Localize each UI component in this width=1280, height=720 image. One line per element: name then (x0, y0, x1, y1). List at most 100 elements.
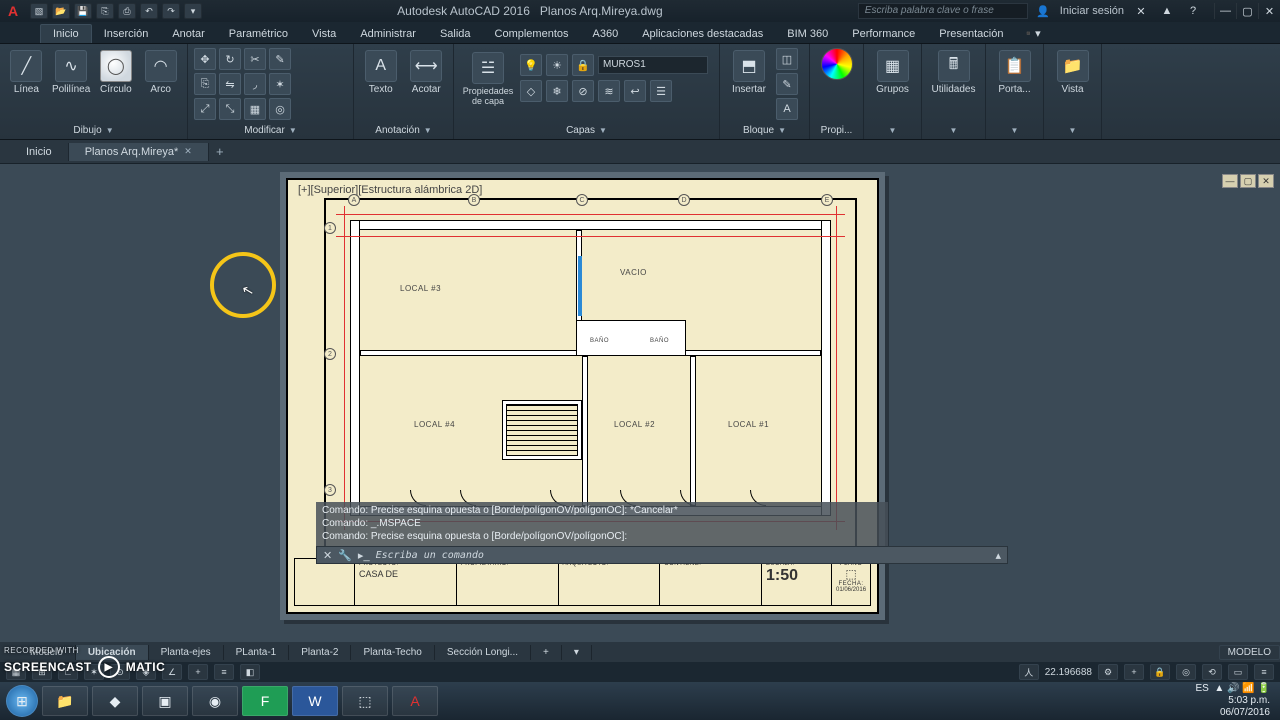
bulb-icon[interactable]: 💡 (520, 54, 542, 76)
taskbar-autocad-icon[interactable]: A (392, 686, 438, 716)
close-button[interactable]: ✕ (1258, 3, 1280, 19)
sun-icon[interactable]: ☀ (546, 54, 568, 76)
tab-aplicaciones[interactable]: Aplicaciones destacadas (630, 25, 775, 43)
taskbar-app2-icon[interactable]: ▣ (142, 686, 188, 716)
tool-acotar[interactable]: ⟷Acotar (406, 48, 448, 95)
tool-arco[interactable]: ◠Arco (140, 48, 181, 95)
qat-print-icon[interactable]: ⎙ (118, 3, 136, 19)
trim-icon[interactable]: ✂ (244, 48, 266, 70)
tab-extra-icon[interactable]: ▪️▾ (1015, 24, 1046, 43)
qat-new-icon[interactable]: ▧ (30, 3, 48, 19)
qat-open-icon[interactable]: 📂 (52, 3, 70, 19)
tab-bim360[interactable]: BIM 360 (775, 25, 840, 43)
copy-icon[interactable]: ⎘ (194, 73, 216, 95)
tab-inicio[interactable]: Inicio (40, 24, 92, 43)
erase-icon[interactable]: ✎ (269, 48, 291, 70)
help-icon[interactable]: ? (1184, 3, 1202, 19)
help-search-input[interactable]: Escriba palabra clave o frase (858, 3, 1028, 19)
tool-insertar[interactable]: ⬒Insertar (726, 48, 772, 95)
chevron-down-icon[interactable]: ▼ (889, 126, 897, 135)
chevron-down-icon[interactable]: ▼ (778, 126, 786, 135)
clipboard-button[interactable]: 📋Porta... (992, 48, 1037, 95)
stretch-icon[interactable]: ⤢ (194, 98, 216, 120)
taskbar-word-icon[interactable]: W (292, 686, 338, 716)
chevron-down-icon[interactable]: ▼ (424, 126, 432, 135)
exchange-icon[interactable]: ✕ (1132, 3, 1150, 19)
viewport-label[interactable]: [+][Superior][Estructura alámbrica 2D] (298, 184, 482, 196)
customize-icon[interactable]: ≡ (1254, 664, 1274, 680)
tab-presentacion[interactable]: Presentación (927, 25, 1015, 43)
command-line[interactable]: ✕ 🔧 ▸_ Escriba un comando ▴ (316, 546, 1008, 564)
mirror-icon[interactable]: ⇋ (219, 73, 241, 95)
viewport-minimize[interactable]: — (1222, 174, 1238, 188)
viewport-close[interactable]: ✕ (1258, 174, 1274, 188)
layer-iso-icon[interactable]: ◇ (520, 80, 542, 102)
hardware-icon[interactable]: ⟲ (1202, 664, 1222, 680)
lock-icon[interactable]: 🔒 (572, 54, 594, 76)
layout-planta1[interactable]: PLanta-1 (224, 645, 290, 660)
cmd-close-icon[interactable]: ✕ (323, 549, 332, 562)
maximize-button[interactable]: ▢ (1236, 3, 1258, 19)
lwt-toggle-icon[interactable]: ≡ (214, 664, 234, 680)
layer-combo[interactable]: MUROS1 (598, 56, 708, 74)
tab-performance[interactable]: Performance (840, 25, 927, 43)
dyn-toggle-icon[interactable]: + (188, 664, 208, 680)
chevron-down-icon[interactable]: ▼ (1069, 126, 1077, 135)
tab-vista[interactable]: Vista (300, 25, 348, 43)
cleanscreen-icon[interactable]: ▭ (1228, 664, 1248, 680)
layer-off-icon[interactable]: ⊘ (572, 80, 594, 102)
utilities-button[interactable]: 🖩Utilidades (931, 48, 977, 95)
block-edit-icon[interactable]: ✎ (776, 73, 798, 95)
explode-icon[interactable]: ✶ (269, 73, 291, 95)
qat-redo-icon[interactable]: ↷ (162, 3, 180, 19)
space-toggle[interactable]: MODELO (1219, 645, 1280, 660)
layer-walk-icon[interactable]: ☰ (650, 80, 672, 102)
viewport-maximize[interactable]: ▢ (1240, 174, 1256, 188)
taskbar-recorder-icon[interactable]: ⬚ (342, 686, 388, 716)
offset-icon[interactable]: ◎ (269, 98, 291, 120)
taskbar-app3-icon[interactable]: F (242, 686, 288, 716)
layout-seccion[interactable]: Sección Longi... (435, 645, 531, 660)
isolate-icon[interactable]: ◎ (1176, 664, 1196, 680)
plus-icon[interactable]: + (1124, 664, 1144, 680)
close-icon[interactable]: ✕ (184, 146, 192, 157)
tab-complementos[interactable]: Complementos (483, 25, 581, 43)
layer-match-icon[interactable]: ≋ (598, 80, 620, 102)
chevron-down-icon[interactable]: ▼ (950, 126, 958, 135)
qat-undo-icon[interactable]: ↶ (140, 3, 158, 19)
qat-save-icon[interactable]: 💾 (74, 3, 92, 19)
scale-icon[interactable]: ⤡ (219, 98, 241, 120)
taskbar-chrome-icon[interactable]: ◉ (192, 686, 238, 716)
chevron-down-icon[interactable]: ▼ (289, 126, 297, 135)
annoscale-icon[interactable]: 人 (1019, 664, 1039, 680)
chevron-down-icon[interactable]: ▼ (1011, 126, 1019, 135)
tool-circulo[interactable]: ◯Círculo (96, 48, 137, 95)
layout-add-button[interactable]: + (531, 645, 562, 660)
tab-administrar[interactable]: Administrar (348, 25, 428, 43)
layout-techo[interactable]: Planta-Techo (351, 645, 434, 660)
chevron-down-icon[interactable]: ▼ (106, 126, 114, 135)
cmd-up-icon[interactable]: ▴ (995, 549, 1001, 562)
block-create-icon[interactable]: ◫ (776, 48, 798, 70)
layer-freeze-icon[interactable]: ❄ (546, 80, 568, 102)
move-icon[interactable]: ✥ (194, 48, 216, 70)
new-tab-button[interactable]: + (209, 144, 231, 159)
array-icon[interactable]: ▦ (244, 98, 266, 120)
doc-tab-file[interactable]: Planos Arq.Mireya*✕ (69, 143, 209, 161)
layout-planta2[interactable]: Planta-2 (289, 645, 351, 660)
view-button[interactable]: 📁Vista (1050, 48, 1095, 95)
groups-button[interactable]: ▦Grupos (870, 48, 915, 95)
color-wheel-icon[interactable] (821, 48, 853, 80)
signin-icon[interactable]: 👤 (1034, 3, 1052, 19)
tab-insercion[interactable]: Inserción (92, 25, 161, 43)
transparency-icon[interactable]: ◧ (240, 664, 260, 680)
layout-menu-icon[interactable]: ▾ (562, 645, 592, 660)
tab-a360[interactable]: A360 (581, 25, 631, 43)
taskbar-app1-icon[interactable]: ◆ (92, 686, 138, 716)
gear-icon[interactable]: ⚙ (1098, 664, 1118, 680)
cmd-wrench-icon[interactable]: 🔧 (338, 549, 352, 562)
tab-anotar[interactable]: Anotar (160, 25, 216, 43)
tray-lang[interactable]: ES (1196, 683, 1209, 694)
system-tray[interactable]: ES ▲ 🔊 📶 🔋 5:03 p.m. 06/07/2016 (1196, 683, 1275, 719)
app-logo-icon[interactable]: A (0, 0, 26, 22)
